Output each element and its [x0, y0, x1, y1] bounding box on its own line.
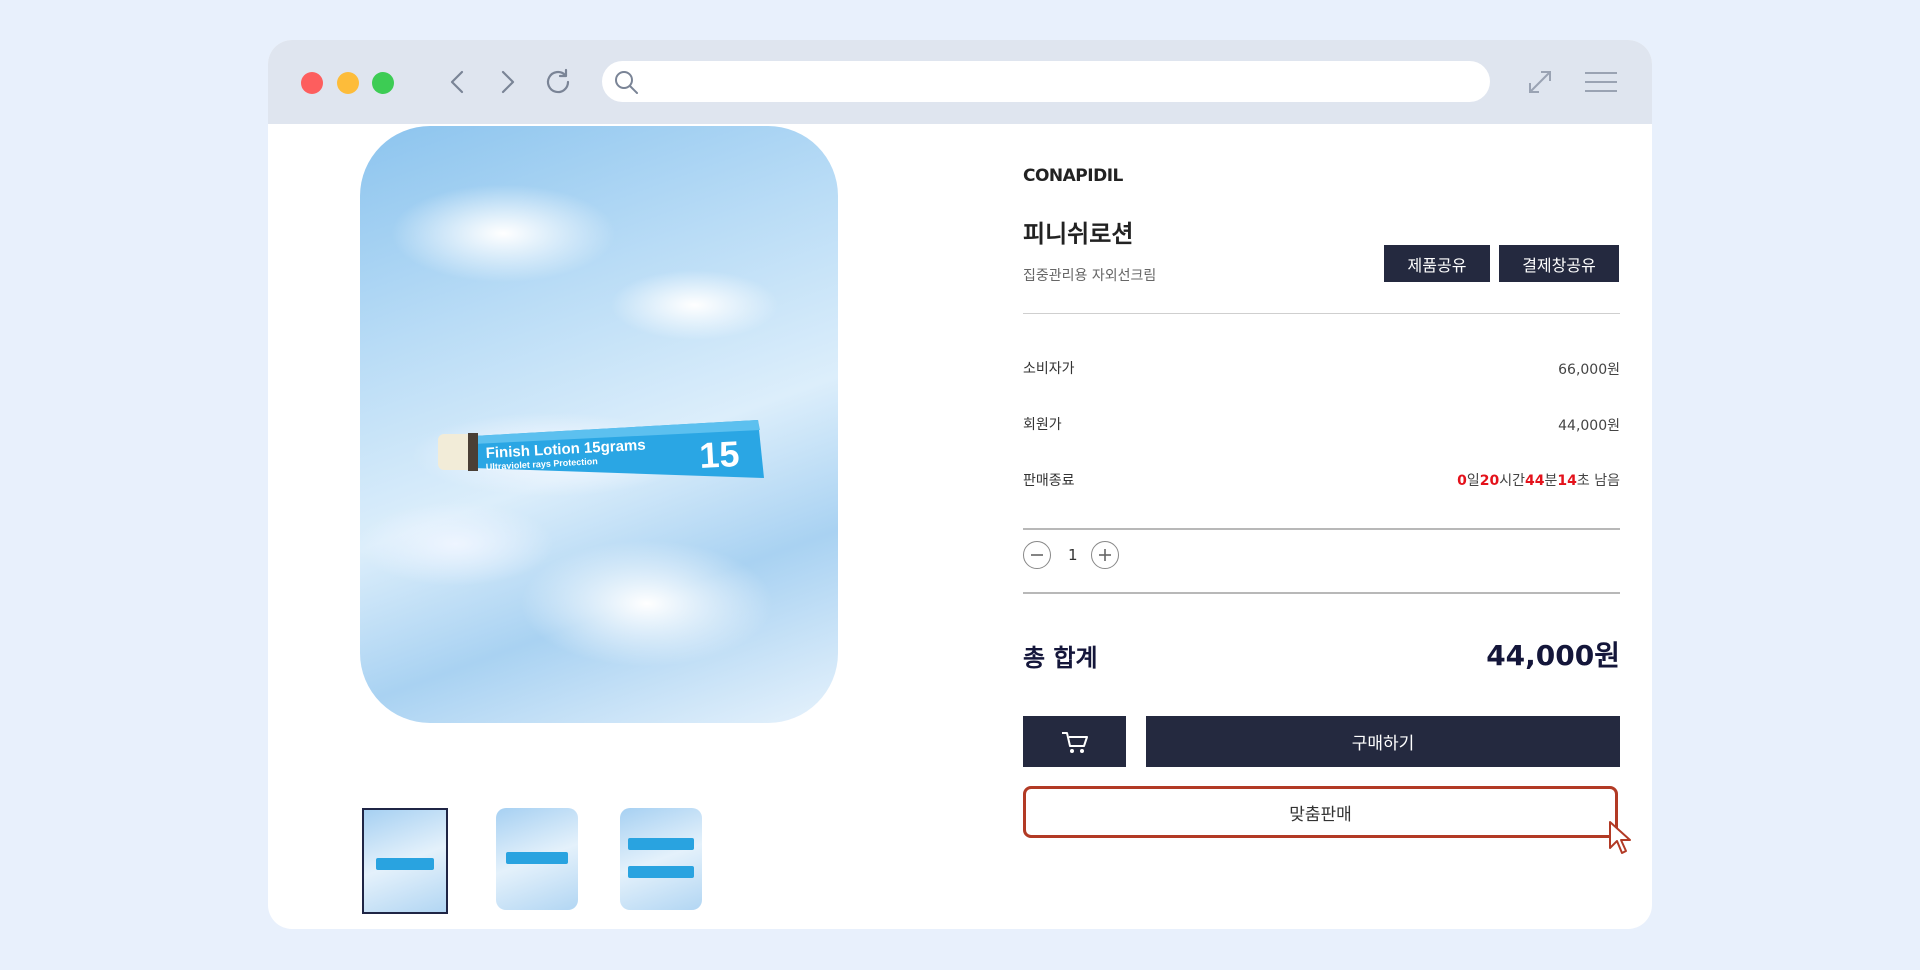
product-main-image[interactable]: Finish Lotion 15grams Ultraviolet rays P… — [360, 126, 838, 723]
member-price-value: 44,000원 — [1558, 418, 1620, 434]
search-icon — [612, 68, 640, 96]
countdown-seconds: 14 — [1557, 473, 1577, 489]
browser-window: Finish Lotion 15grams Ultraviolet rays P… — [268, 40, 1652, 929]
browser-titlebar — [268, 40, 1652, 124]
countdown-minutes: 44 — [1525, 473, 1545, 489]
product-title: 피니쉬로션 — [1023, 220, 1134, 248]
minimize-window-button[interactable] — [337, 72, 359, 94]
reload-icon[interactable] — [538, 62, 578, 102]
share-checkout-button[interactable]: 결제창공유 — [1499, 245, 1619, 282]
thumbnail-1[interactable] — [362, 808, 448, 914]
product-subtitle: 집중관리용 자외선크림 — [1023, 268, 1157, 284]
chevron-left-icon[interactable] — [438, 62, 478, 102]
countdown-minutes-unit: 분 — [1544, 473, 1558, 489]
divider — [1023, 313, 1620, 314]
countdown-days-unit: 일 — [1466, 473, 1480, 489]
custom-sale-button[interactable]: 맞춤판매 — [1023, 786, 1618, 838]
thumbnail-tube-icon — [628, 866, 694, 878]
consumer-price-value: 66,000원 — [1558, 362, 1620, 378]
tube-number-text: 15 — [698, 433, 740, 476]
address-bar[interactable] — [602, 61, 1490, 102]
member-price-label: 회원가 — [1023, 417, 1062, 433]
thumbnail-tube-icon — [376, 858, 434, 870]
countdown-hours: 20 — [1479, 473, 1500, 489]
quantity-increase-button[interactable] — [1091, 541, 1119, 569]
total-value: 44,000원 — [1486, 639, 1620, 672]
share-product-button[interactable]: 제품공유 — [1384, 245, 1490, 282]
quantity-value[interactable]: 1 — [1068, 546, 1078, 564]
buy-button[interactable]: 구매하기 — [1146, 716, 1620, 767]
total-label: 총 합계 — [1023, 644, 1098, 672]
menu-icon[interactable] — [1581, 62, 1621, 102]
divider — [1023, 528, 1620, 530]
expand-icon[interactable] — [1520, 62, 1560, 102]
close-window-button[interactable] — [301, 72, 323, 94]
sale-countdown: 0일20시간44분14초 남음 — [1457, 470, 1620, 490]
thumbnail-tube-icon — [628, 838, 694, 850]
divider — [1023, 592, 1620, 594]
thumbnail-3[interactable] — [620, 808, 702, 910]
thumbnail-2[interactable] — [496, 808, 578, 910]
quantity-decrease-button[interactable] — [1023, 541, 1051, 569]
countdown-days: 0 — [1457, 473, 1467, 489]
chevron-right-icon[interactable] — [487, 62, 527, 102]
countdown-seconds-unit: 초 남음 — [1576, 473, 1620, 489]
mouse-cursor-icon — [1609, 821, 1631, 854]
countdown-hours-unit: 시간 — [1499, 473, 1526, 489]
add-to-cart-button[interactable] — [1023, 716, 1126, 767]
cart-icon — [1061, 731, 1088, 753]
consumer-price-label: 소비자가 — [1023, 361, 1075, 377]
maximize-window-button[interactable] — [372, 72, 394, 94]
brand-name: CONAPIDIL — [1023, 166, 1123, 186]
lotion-tube-image: Finish Lotion 15grams Ultraviolet rays P… — [438, 420, 764, 478]
sale-end-label: 판매종료 — [1023, 473, 1075, 489]
thumbnail-tube-icon — [506, 852, 568, 864]
